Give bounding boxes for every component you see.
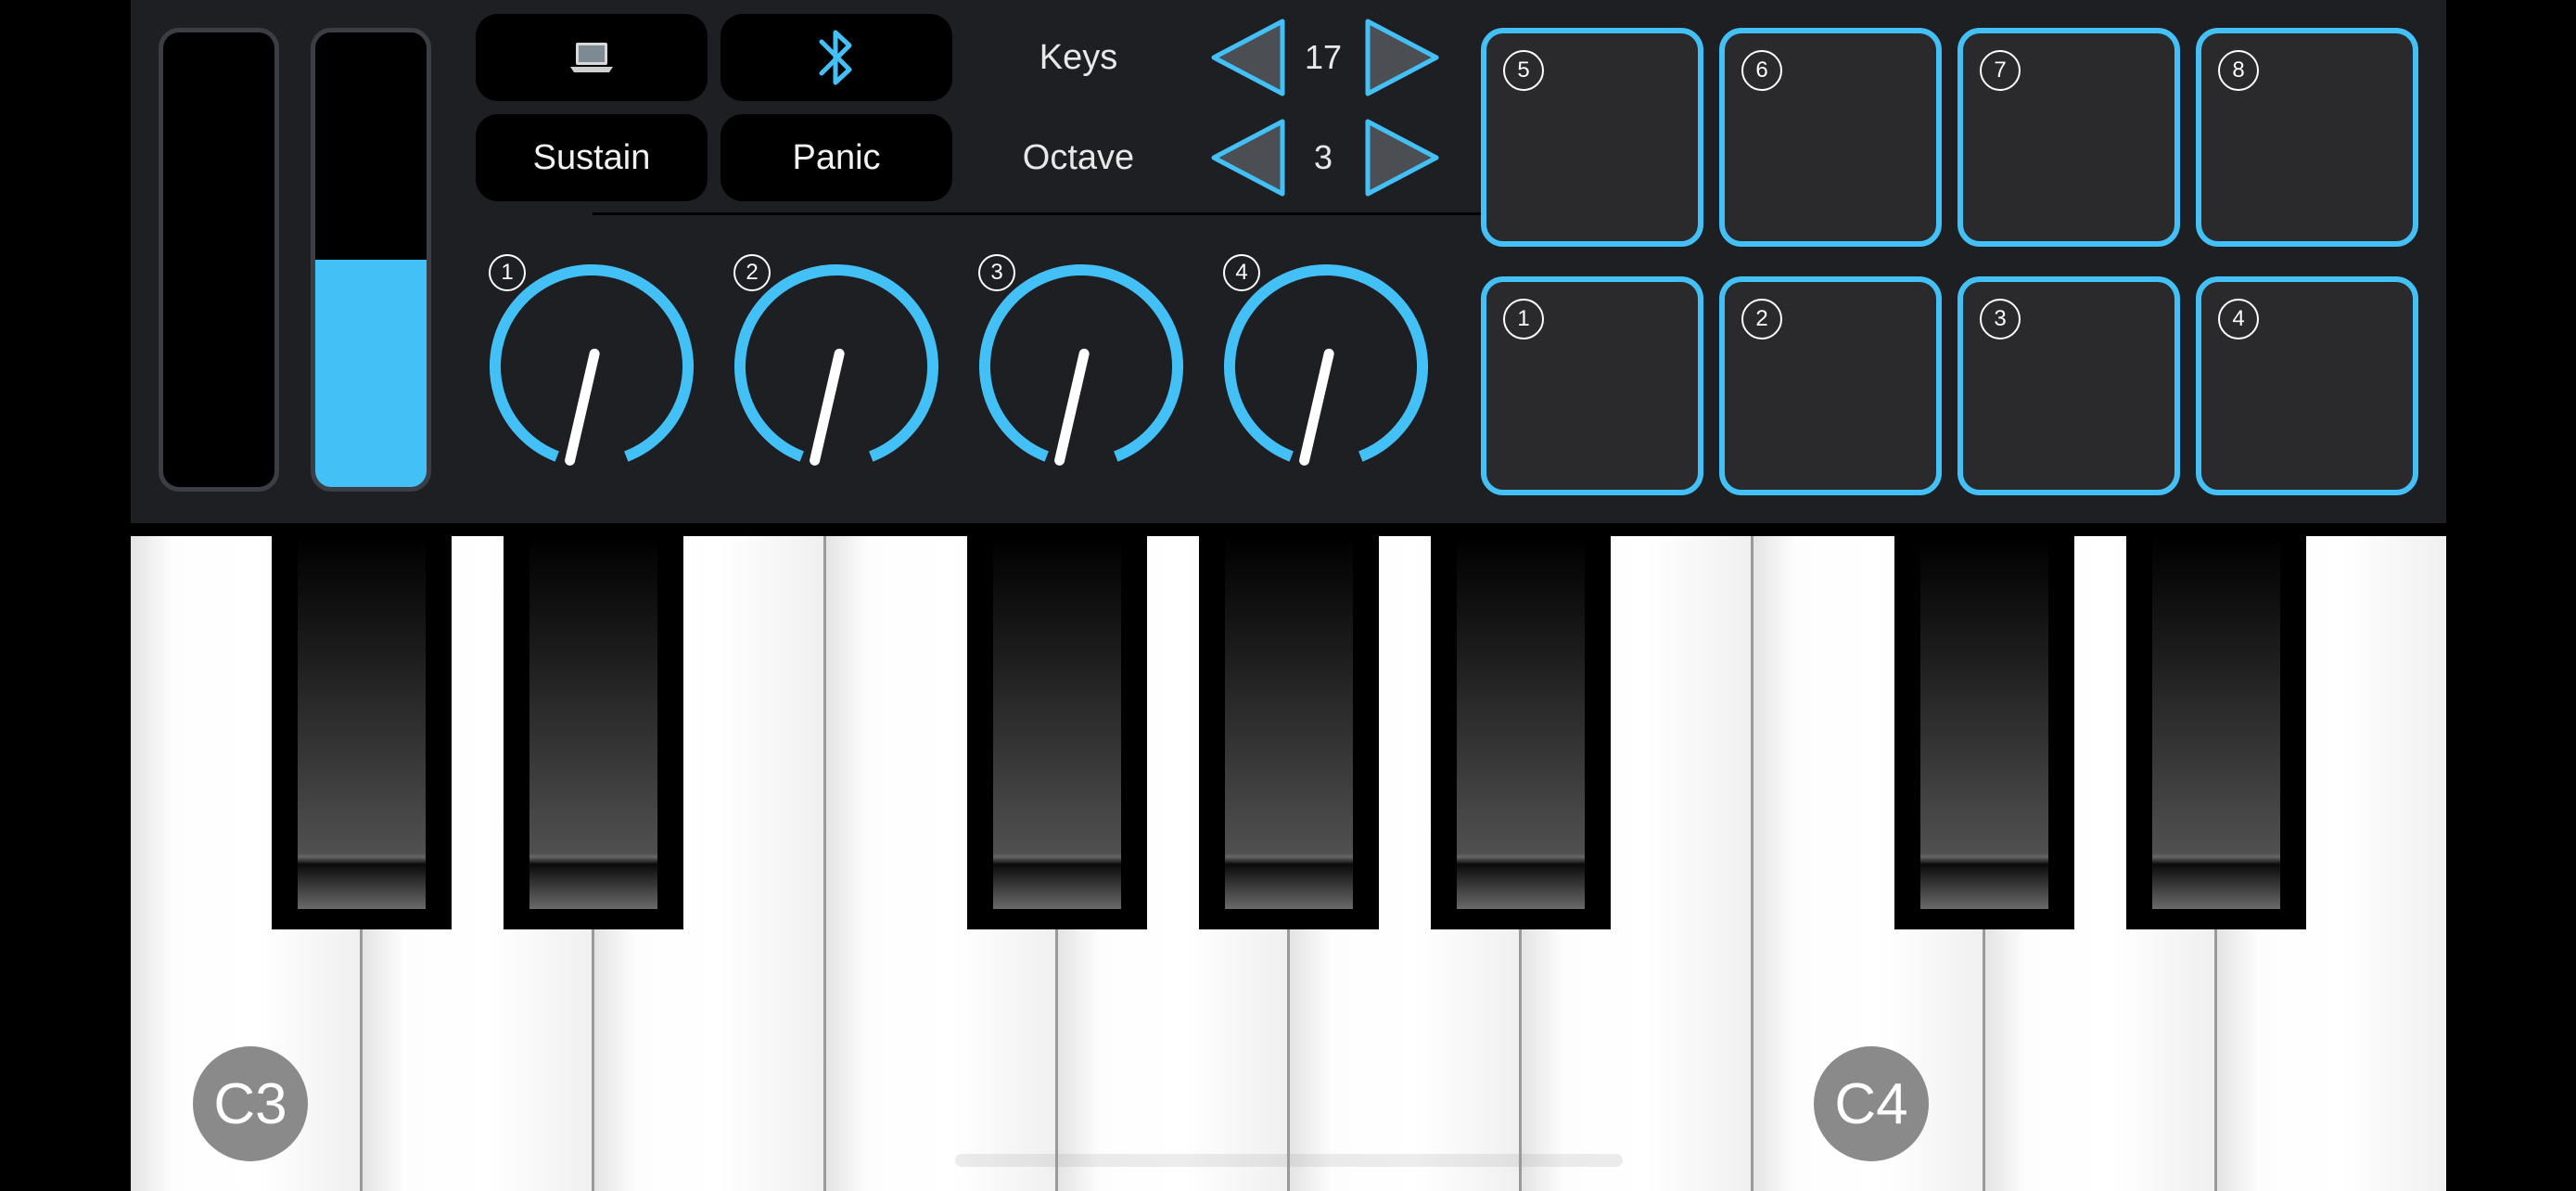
pad-2[interactable]: 2 bbox=[1719, 276, 1942, 495]
knob-1[interactable]: 1 bbox=[476, 250, 708, 482]
knob-4[interactable]: 4 bbox=[1210, 250, 1442, 482]
octave-label-c4: C4 bbox=[1814, 1046, 1929, 1161]
knob-3[interactable]: 3 bbox=[965, 250, 1197, 482]
panel-divider bbox=[593, 212, 1585, 215]
modulation-level bbox=[315, 260, 427, 487]
keys-decrease-arrow-icon[interactable] bbox=[1208, 18, 1286, 97]
home-indicator bbox=[955, 1154, 1623, 1167]
black-key-d-sharp-4[interactable] bbox=[2126, 536, 2306, 929]
control-panel: Sustain Panic Keys 17 Octave 3 1 2 3 4 5… bbox=[131, 0, 2446, 523]
computer-connection-button[interactable] bbox=[476, 14, 708, 101]
pad-number-badge: 4 bbox=[2218, 299, 2259, 339]
pad-number-badge: 6 bbox=[1741, 50, 1782, 91]
laptop-icon bbox=[570, 43, 613, 72]
pad-5[interactable]: 5 bbox=[1481, 28, 1703, 247]
sustain-label: Sustain bbox=[532, 137, 651, 177]
panic-label: Panic bbox=[792, 137, 881, 177]
bluetooth-button[interactable] bbox=[721, 14, 952, 101]
knob-2[interactable]: 2 bbox=[721, 250, 952, 482]
octave-increase-arrow-icon[interactable] bbox=[1364, 118, 1442, 198]
pad-3[interactable]: 3 bbox=[1958, 276, 2180, 495]
pad-number-badge: 2 bbox=[1741, 299, 1782, 339]
midi-controller-app: Sustain Panic Keys 17 Octave 3 1 2 3 4 5… bbox=[0, 0, 2576, 1191]
octave-value: 3 bbox=[1313, 138, 1333, 176]
black-key-c-sharp-4[interactable] bbox=[1894, 536, 2074, 929]
keys-label: Keys bbox=[1039, 37, 1118, 77]
knob-number-badge: 1 bbox=[489, 254, 526, 291]
octave-decrease-arrow-icon[interactable] bbox=[1208, 118, 1286, 198]
pad-6[interactable]: 6 bbox=[1719, 28, 1942, 247]
pad-8[interactable]: 8 bbox=[2196, 28, 2418, 247]
bluetooth-icon bbox=[819, 30, 852, 85]
octave-label: Octave bbox=[1022, 137, 1135, 177]
pad-4[interactable]: 4 bbox=[2196, 276, 2418, 495]
black-key-c-sharp-3[interactable] bbox=[272, 536, 452, 929]
sustain-button[interactable]: Sustain bbox=[476, 114, 708, 201]
keys-value: 17 bbox=[1304, 38, 1343, 76]
black-key-a-sharp-3[interactable] bbox=[1431, 536, 1611, 929]
pad-number-badge: 8 bbox=[2218, 50, 2259, 91]
pad-number-badge: 3 bbox=[1980, 299, 2021, 339]
pad-number-badge: 1 bbox=[1503, 299, 1544, 339]
pad-number-badge: 7 bbox=[1980, 50, 2021, 91]
knob-number-badge: 2 bbox=[733, 254, 771, 291]
black-key-d-sharp-3[interactable] bbox=[504, 536, 683, 929]
keys-increase-arrow-icon[interactable] bbox=[1364, 18, 1442, 97]
knob-number-badge: 3 bbox=[978, 254, 1015, 291]
knob-number-badge: 4 bbox=[1223, 254, 1260, 291]
modulation-meter[interactable] bbox=[311, 28, 431, 492]
pitch-bend-meter[interactable] bbox=[159, 28, 279, 492]
pad-7[interactable]: 7 bbox=[1958, 28, 2180, 247]
panic-button[interactable]: Panic bbox=[721, 114, 952, 201]
octave-label-c3: C3 bbox=[193, 1046, 308, 1161]
piano-keyboard: C3 C4 bbox=[131, 536, 2446, 1191]
pad-number-badge: 5 bbox=[1503, 50, 1544, 91]
black-key-f-sharp-3[interactable] bbox=[967, 536, 1147, 929]
black-key-g-sharp-3[interactable] bbox=[1199, 536, 1379, 929]
pad-1[interactable]: 1 bbox=[1481, 276, 1703, 495]
